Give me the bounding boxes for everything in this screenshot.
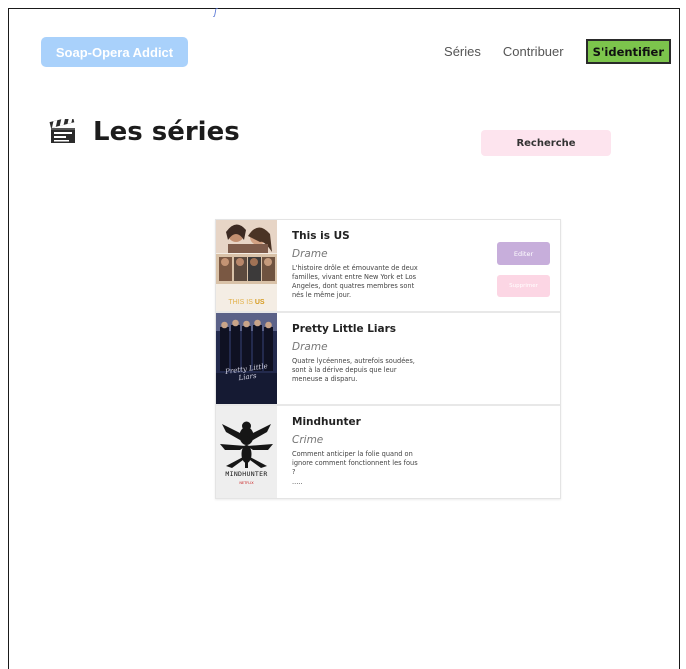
edit-button[interactable]: Editer	[497, 242, 550, 265]
series-card-pretty-little-liars[interactable]: Pretty Little Liars Pretty Little Liars …	[216, 313, 560, 406]
series-genre: Crime	[292, 434, 324, 446]
search-button[interactable]: Recherche	[481, 130, 611, 156]
series-description: L'histoire drôle et émouvante de deux fa…	[292, 264, 418, 299]
poster-art	[216, 313, 277, 404]
series-info: Mindhunter Crime Comment anticiper la fo…	[292, 406, 472, 498]
poster-pretty-little-liars: Pretty Little Liars	[216, 313, 277, 404]
series-description-ellipsis: .....	[292, 478, 303, 486]
poster-mindhunter: MINDHUNTER NETFLIX	[216, 406, 277, 498]
series-info: This is US Drame L'histoire drôle et émo…	[292, 220, 472, 311]
poster-this-is-us: THIS IS US	[216, 220, 277, 311]
login-button[interactable]: S'identifier	[585, 39, 671, 64]
page-title: Les séries	[93, 117, 240, 147]
series-card-this-is-us[interactable]: THIS IS US This is US Drame L'histoire d…	[216, 220, 560, 313]
delete-button[interactable]: Supprimer	[497, 275, 550, 297]
poster-art	[216, 220, 277, 284]
poster-logo-text: THIS IS US	[228, 299, 265, 306]
series-info: Pretty Little Liars Drame Quatre lycéenn…	[292, 313, 472, 404]
series-genre: Drame	[292, 248, 328, 260]
series-title[interactable]: This is US	[292, 230, 472, 242]
top-edge-glyph: ʃ	[214, 8, 218, 18]
series-title[interactable]: Mindhunter	[292, 416, 472, 428]
title-row: Les séries	[49, 117, 240, 147]
nav-series-link[interactable]: Séries	[444, 44, 481, 59]
main-nav: Séries Contribuer S'identifier	[444, 37, 671, 66]
netflix-logo-text: NETFLIX	[239, 481, 254, 485]
poster-logo-text: MINDHUNTER	[225, 470, 268, 478]
logo-button[interactable]: Soap-Opera Addict	[41, 37, 188, 67]
series-description: Comment anticiper la folie quand on igno…	[292, 450, 418, 476]
series-genre: Drame	[292, 341, 328, 353]
series-card-mindhunter[interactable]: MINDHUNTER NETFLIX Mindhunter Crime Comm…	[216, 406, 560, 498]
series-list: THIS IS US This is US Drame L'histoire d…	[215, 219, 561, 499]
nav-contribute-link[interactable]: Contribuer	[503, 44, 564, 59]
series-title[interactable]: Pretty Little Liars	[292, 323, 472, 335]
clapperboard-icon	[49, 119, 75, 143]
page-frame: ʃ Soap-Opera Addict Séries Contribuer S'…	[8, 8, 680, 669]
series-description: Quatre lycéennes, autrefois soudées, son…	[292, 357, 415, 383]
